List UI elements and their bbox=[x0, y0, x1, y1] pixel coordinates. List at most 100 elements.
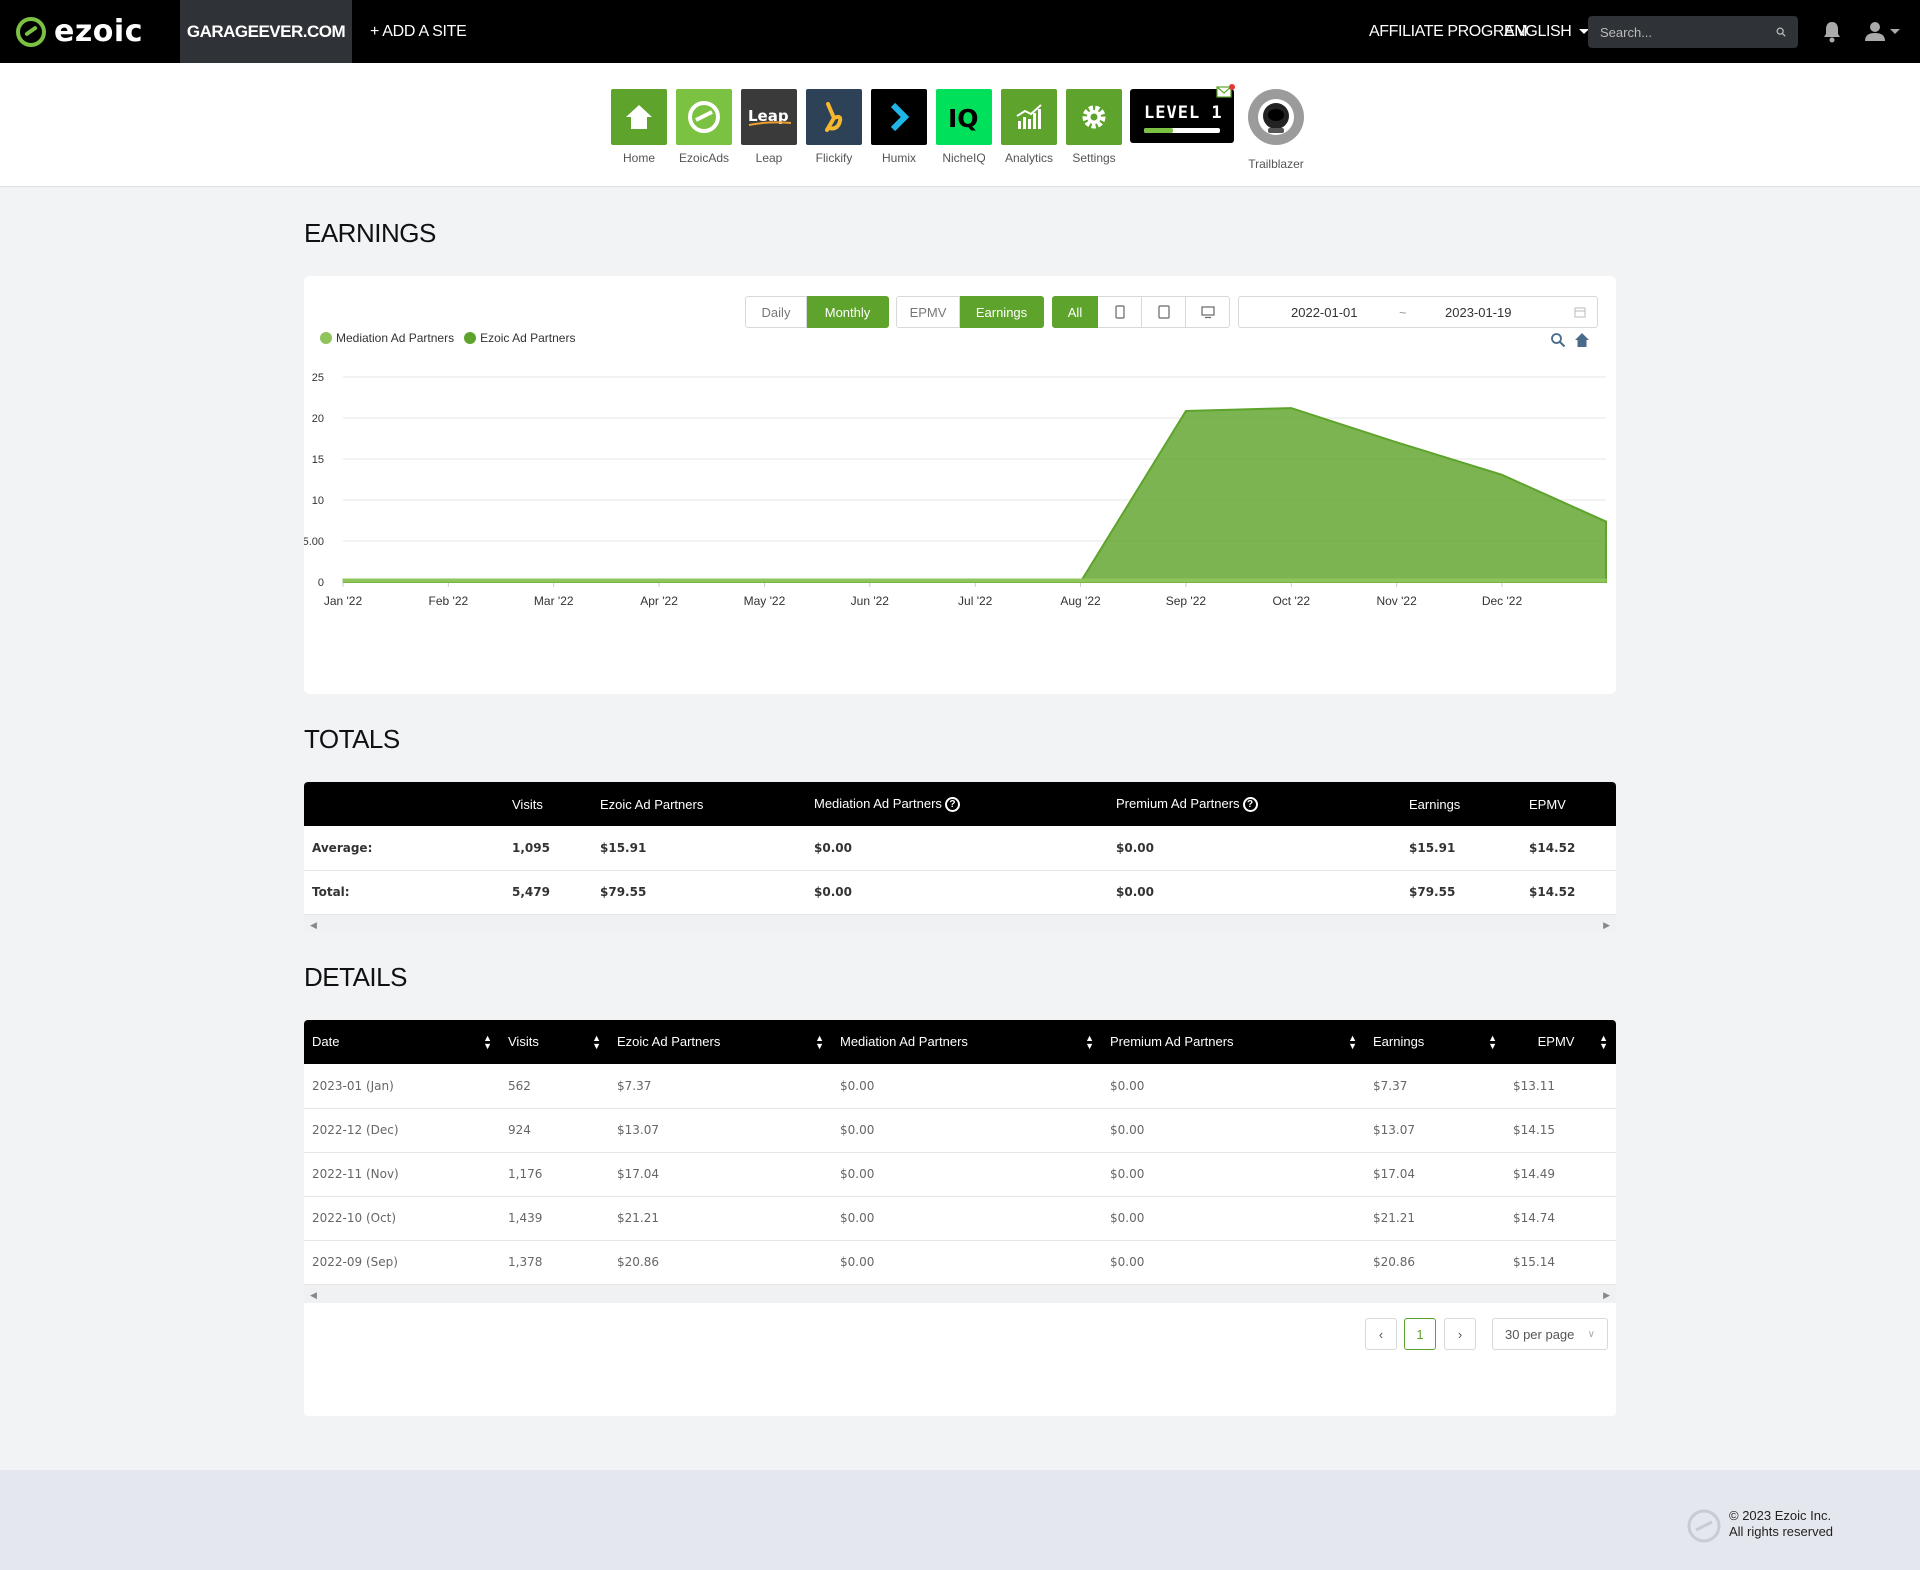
add-site-link[interactable]: + ADD A SITE bbox=[370, 0, 467, 63]
bell-icon[interactable] bbox=[1821, 20, 1843, 44]
table-cell: $0.00 bbox=[1102, 1108, 1365, 1153]
column-header-visits[interactable]: Visits ▲ ▼ bbox=[500, 1020, 609, 1064]
column-header-earnings[interactable]: Earnings ▲ ▼ bbox=[1365, 1020, 1505, 1064]
column-header-premium[interactable]: Premium Ad Partners ▲ ▼ bbox=[1102, 1020, 1365, 1064]
y-axis-ticks: 0 5.00 10 15 20 25 bbox=[304, 372, 324, 589]
search-icon[interactable] bbox=[1776, 26, 1786, 38]
envelope-icon[interactable] bbox=[1216, 83, 1236, 99]
table-cell: $14.15 bbox=[1505, 1108, 1616, 1153]
x-tick-label: Jun '22 bbox=[851, 594, 890, 608]
scroll-left-icon[interactable]: ◀ bbox=[310, 1290, 317, 1301]
search-input[interactable] bbox=[1600, 24, 1776, 40]
table-cell: 1,378 bbox=[500, 1240, 609, 1285]
app-humix[interactable]: Humix bbox=[871, 89, 927, 165]
app-label: Home bbox=[622, 151, 655, 165]
details-header-row: Date ▲ ▼ Visits ▲ ▼ Ezoic Ad Partners ▲ ▼ Medi… bbox=[304, 1020, 1616, 1064]
x-tick-label: Feb '22 bbox=[429, 594, 469, 608]
sort-icon[interactable]: ▲ ▼ bbox=[592, 1034, 601, 1051]
table-cell: $0.00 bbox=[806, 870, 1108, 915]
app-ezoicads[interactable]: EzoicAds bbox=[676, 89, 732, 165]
horizontal-scrollbar[interactable]: ◀ ▶ bbox=[304, 1284, 1616, 1303]
table-cell: $17.04 bbox=[609, 1152, 832, 1197]
table-cell: $20.86 bbox=[1365, 1240, 1505, 1285]
column-header-date[interactable]: Date ▲ ▼ bbox=[304, 1020, 500, 1064]
level-badge[interactable]: LEVEL 1 bbox=[1130, 84, 1235, 143]
column-header: Mediation Ad Partners? bbox=[806, 782, 1108, 826]
table-cell: $0.00 bbox=[1102, 1152, 1365, 1197]
date-cell: 2023-01 (Jan) bbox=[304, 1064, 500, 1109]
table-row: 2023-01 (Jan) 562 $7.37 $0.00 $0.00 $7.37 $13.… bbox=[304, 1064, 1616, 1109]
table-cell: $13.11 bbox=[1505, 1064, 1616, 1109]
table-cell: $14.52 bbox=[1521, 826, 1616, 871]
chevron-left-icon: ‹ bbox=[1378, 1326, 1384, 1342]
app-analytics[interactable]: Analytics bbox=[1001, 89, 1057, 165]
y-tick-label: 15 bbox=[312, 454, 324, 466]
help-icon[interactable]: ? bbox=[944, 797, 960, 813]
row-label: Average: bbox=[304, 826, 504, 871]
site-selector[interactable]: GARAGEEVER.COM bbox=[180, 0, 352, 63]
table-cell: $0.00 bbox=[1102, 1240, 1365, 1285]
user-menu[interactable] bbox=[1864, 20, 1900, 42]
ezoicads-icon bbox=[676, 89, 732, 145]
scroll-left-icon[interactable]: ◀ bbox=[310, 920, 317, 931]
app-settings[interactable]: Settings bbox=[1066, 89, 1122, 165]
x-tick-label: Nov '22 bbox=[1376, 594, 1417, 608]
scroll-right-icon[interactable]: ▶ bbox=[1603, 920, 1610, 931]
page-number-button[interactable]: 1 bbox=[1404, 1318, 1436, 1350]
x-tick-label: Apr '22 bbox=[640, 594, 678, 608]
earnings-chart-card: Daily Monthly EPMV Earnings All 2022-01-… bbox=[304, 276, 1616, 694]
series-area-mediation-ad-partners bbox=[342, 578, 1607, 583]
x-tick-label: Jan '22 bbox=[324, 594, 363, 608]
flickify-icon bbox=[806, 89, 862, 145]
sort-icon[interactable]: ▲ ▼ bbox=[1085, 1034, 1094, 1051]
y-tick-label: 25 bbox=[312, 372, 324, 384]
app-home[interactable]: Home bbox=[611, 89, 667, 165]
table-cell: 924 bbox=[500, 1108, 609, 1153]
y-tick-label: 5.00 bbox=[304, 536, 324, 548]
language-label: ENGLISH bbox=[1504, 22, 1572, 40]
table-cell: 1,176 bbox=[500, 1152, 609, 1197]
help-icon[interactable]: ? bbox=[1242, 797, 1258, 813]
column-header-mediation[interactable]: Mediation Ad Partners ▲ ▼ bbox=[832, 1020, 1102, 1064]
sort-icon[interactable]: ▲ ▼ bbox=[1599, 1034, 1608, 1051]
table-row: Average: 1,095 $15.91 $0.00 $0.00 $15.91… bbox=[304, 826, 1616, 871]
language-dropdown[interactable]: ENGLISH bbox=[1504, 0, 1590, 63]
earnings-area-chart: 0 5.00 10 15 20 25 Jan '22 Feb '22 Mar '22 Apr '… bbox=[304, 372, 1607, 608]
ezoic-logo[interactable]: ezoic bbox=[16, 14, 143, 49]
horizontal-scrollbar[interactable]: ◀ ▶ bbox=[304, 914, 1616, 932]
totals-table: Visits Ezoic Ad Partners Mediation Ad Pa… bbox=[304, 782, 1616, 915]
sort-icon[interactable]: ▲ ▼ bbox=[815, 1034, 824, 1051]
sort-icon[interactable]: ▲ ▼ bbox=[1488, 1034, 1497, 1051]
table-cell: 1,095 bbox=[504, 826, 592, 871]
table-cell: $0.00 bbox=[1108, 826, 1401, 871]
table-cell: $13.07 bbox=[1365, 1108, 1505, 1153]
table-cell: $0.00 bbox=[832, 1064, 1102, 1109]
table-cell: $0.00 bbox=[806, 826, 1108, 871]
app-flickify[interactable]: Flickify bbox=[806, 89, 862, 165]
home-icon bbox=[611, 89, 667, 145]
next-page-button[interactable]: › bbox=[1444, 1318, 1476, 1350]
chart-series bbox=[342, 407, 1607, 583]
trailblazer-avatar[interactable] bbox=[1248, 89, 1304, 145]
scroll-right-icon[interactable]: ▶ bbox=[1603, 1290, 1610, 1301]
table-cell: $7.37 bbox=[1365, 1064, 1505, 1109]
prev-page-button[interactable]: ‹ bbox=[1365, 1318, 1397, 1350]
app-leap[interactable]: Leap Leap bbox=[741, 89, 797, 165]
search-box bbox=[1588, 16, 1798, 48]
x-tick-label: Mar '22 bbox=[534, 594, 574, 608]
table-cell: $0.00 bbox=[832, 1196, 1102, 1241]
table-cell: $0.00 bbox=[832, 1108, 1102, 1153]
series-area-ezoic-ad-partners bbox=[343, 407, 1607, 583]
column-header: Visits bbox=[512, 796, 543, 812]
table-cell: $14.49 bbox=[1505, 1152, 1616, 1197]
app-nicheiq[interactable]: IQ NicheIQ bbox=[936, 89, 992, 165]
chevron-down-icon bbox=[1890, 28, 1900, 34]
table-row: 2022-10 (Oct) 1,439 $21.21 $0.00 $0.00 $21.21… bbox=[304, 1196, 1616, 1241]
ezoic-logo-icon bbox=[16, 16, 46, 47]
sort-icon[interactable]: ▲ ▼ bbox=[483, 1034, 492, 1051]
column-header-epmv[interactable]: EPMV ▲ ▼ bbox=[1505, 1020, 1616, 1064]
column-header-ezoic[interactable]: Ezoic Ad Partners ▲ ▼ bbox=[609, 1020, 832, 1064]
level-label: LEVEL 1 bbox=[1144, 103, 1223, 123]
sort-icon[interactable]: ▲ ▼ bbox=[1348, 1034, 1357, 1051]
per-page-select[interactable]: 30 per page ∨ bbox=[1492, 1318, 1608, 1350]
